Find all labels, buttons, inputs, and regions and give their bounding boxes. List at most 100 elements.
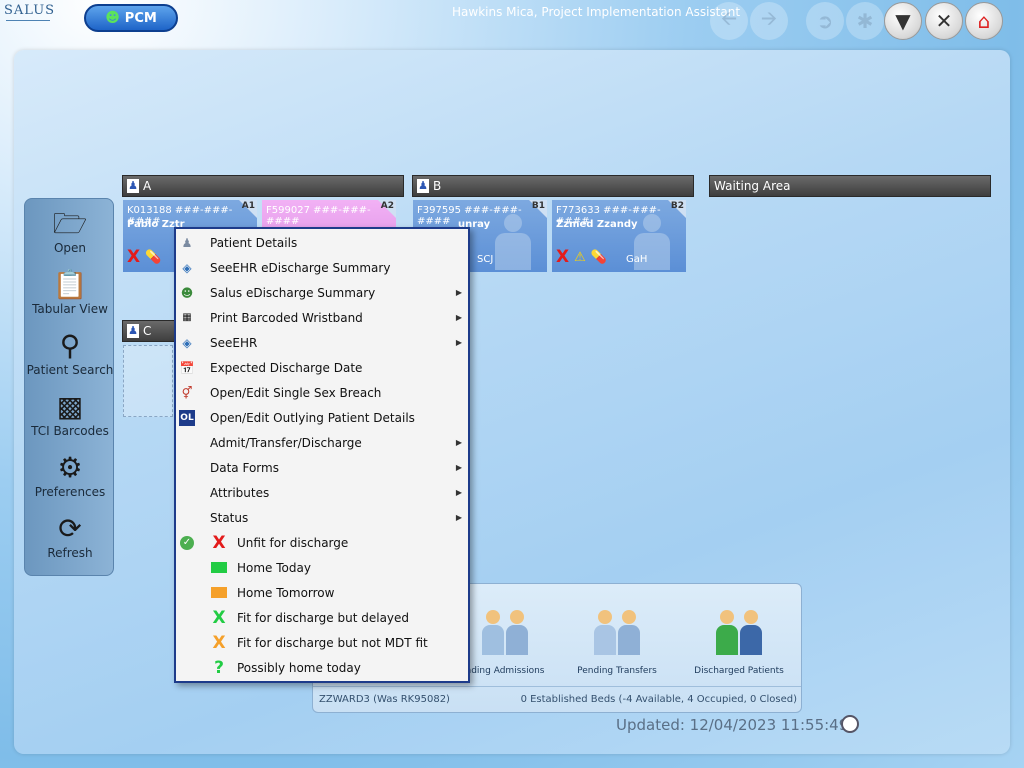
bed-consultant: GaH	[626, 254, 648, 265]
menu-item-label: Unfit for discharge	[237, 535, 349, 550]
back-button[interactable]: 🡨	[710, 2, 748, 40]
menu-item-label: Home Tomorrow	[237, 585, 335, 600]
calendar-icon: 📅	[179, 360, 195, 375]
pending-admissions-label: nding Admissions	[465, 666, 545, 676]
filter-icon: ▼	[895, 9, 911, 33]
unfit-x-icon: X	[556, 247, 570, 267]
close-button[interactable]: ✕	[925, 2, 963, 40]
sidebar-item-label: Tabular View	[32, 302, 108, 316]
empty-bed-slot[interactable]	[123, 345, 173, 417]
sidebar-item-preferences[interactable]: ⚙ Preferences	[25, 449, 115, 507]
logout-button[interactable]: ➲	[806, 2, 844, 40]
sidebar-item-open[interactable]: 🗁 Open	[25, 205, 115, 263]
menu-item-label: Open/Edit Outlying Patient Details	[210, 410, 415, 425]
close-icon: ✕	[935, 9, 953, 33]
bay-label: Waiting Area	[714, 179, 791, 193]
gear-icon: ⚙	[57, 451, 83, 484]
menu-item-label: Data Forms	[210, 460, 279, 475]
menu-item-possibly-home-today[interactable]: ? Possibly home today	[176, 655, 468, 680]
menu-item-outlying-patient-details[interactable]: OL Open/Edit Outlying Patient Details	[176, 405, 468, 430]
menu-item-home-tomorrow[interactable]: Home Tomorrow	[176, 580, 468, 605]
menu-item-label: Home Today	[237, 560, 311, 575]
ward-footer: ZZWARD3 (Was RK95082) 0 Established Beds…	[313, 686, 801, 712]
bay-label: B	[433, 179, 442, 193]
sidebar-item-tci-barcodes[interactable]: ▩ TCI Barcodes	[25, 388, 115, 446]
submenu-arrow-icon: ▶	[455, 438, 462, 447]
menu-item-expected-discharge-date[interactable]: 📅 Expected Discharge Date	[176, 355, 468, 380]
filter-button[interactable]: ▼	[884, 2, 922, 40]
bed-status-icons: X 💊	[127, 247, 161, 267]
salus-logo: SALUS	[4, 3, 56, 18]
bed-consultant: SCJ	[477, 254, 494, 265]
menu-item-home-today[interactable]: Home Today	[176, 555, 468, 580]
refresh-icon: ⟳	[58, 512, 82, 545]
bay-label: A	[143, 179, 152, 193]
menu-item-data-forms[interactable]: Data Forms ▶	[176, 455, 468, 480]
pcm-button-label: PCM	[124, 10, 157, 26]
beds-summary: 0 Established Beds (-4 Available, 4 Occu…	[520, 694, 797, 705]
arrow-left-icon: 🡨	[720, 6, 738, 30]
bay-header-c[interactable]: ♟ C	[122, 320, 182, 342]
bay-label: C	[143, 324, 152, 338]
folder-icon: 🗁	[52, 207, 88, 240]
bed-card-b2[interactable]: F773633 ###-###-#### Zzmed Zzandy B2 X ⚠…	[552, 200, 686, 272]
bay-people-icon: ♟	[127, 324, 139, 338]
menu-item-salus-edischarge-summary[interactable]: ☻ Salus eDischarge Summary ▶	[176, 280, 468, 305]
menu-item-patient-details[interactable]: ♟ Patient Details	[176, 230, 468, 255]
menu-item-label: Possibly home today	[237, 660, 361, 675]
menu-item-unfit-for-discharge[interactable]: ✓ X Unfit for discharge	[176, 530, 468, 555]
forward-button[interactable]: 🡪	[750, 2, 788, 40]
menu-item-label: SeeEHR eDischarge Summary	[210, 260, 391, 275]
orange-swatch-icon	[210, 584, 228, 602]
menu-item-label: Print Barcoded Wristband	[210, 310, 363, 325]
bay-header-a[interactable]: ♟ A	[122, 175, 404, 197]
green-swatch-icon	[210, 559, 228, 577]
discharged-patients-button[interactable]: Discharged Patients	[679, 598, 799, 676]
sidebar-item-label: Open	[53, 241, 87, 255]
menu-item-single-sex-breach[interactable]: ⚥ Open/Edit Single Sex Breach	[176, 380, 468, 405]
arrow-right-icon: 🡪	[760, 6, 778, 30]
pcm-button[interactable]: ☻ PCM	[84, 4, 178, 32]
bay-header-b[interactable]: ♟ B	[412, 175, 694, 197]
menu-item-label: Patient Details	[210, 235, 298, 250]
sidebar-item-label: Preferences	[34, 485, 106, 499]
clipboard-icon: 📋	[52, 268, 88, 301]
orange-x-icon: X	[212, 632, 226, 653]
bed-number: A2	[380, 201, 394, 211]
menu-item-attributes[interactable]: Attributes ▶	[176, 480, 468, 505]
bay-people-icon: ♟	[417, 179, 429, 193]
bed-status-icons: X ⚠ 💊	[556, 247, 607, 267]
discharged-patients-label: Discharged Patients	[694, 666, 784, 676]
bed-number: B2	[670, 201, 684, 211]
green-question-icon: ?	[214, 657, 224, 678]
sidebar-item-refresh[interactable]: ⟳ Refresh	[25, 510, 115, 568]
sidebar-item-patient-search[interactable]: ⚲ Patient Search	[25, 327, 115, 385]
magnifier-icon: ⚲	[59, 329, 81, 362]
sidebar-item-tabular-view[interactable]: 📋 Tabular View	[25, 266, 115, 324]
pending-transfers-button[interactable]: Pending Transfers	[557, 598, 677, 676]
submenu-arrow-icon: ▶	[455, 313, 462, 322]
menu-item-print-barcoded-wristband[interactable]: ▦ Print Barcoded Wristband ▶	[176, 305, 468, 330]
red-x-icon: X	[212, 532, 226, 553]
home-button[interactable]: ⌂	[965, 2, 1003, 40]
menu-item-status[interactable]: Status ▶	[176, 505, 468, 530]
sidebar: 🗁 Open 📋 Tabular View ⚲ Patient Search ▩…	[24, 198, 114, 576]
bed-patient-id: F599027 ###-###-####	[266, 205, 371, 227]
network-button[interactable]: ✱	[846, 2, 884, 40]
check-icon: ✓	[179, 535, 195, 551]
pill-icon: 💊	[145, 249, 162, 265]
top-bar: SALUS ☻ PCM Hawkins Mica, Project Implem…	[0, 0, 1024, 42]
menu-item-seeehr-edischarge-summary[interactable]: ◈ SeeEHR eDischarge Summary	[176, 255, 468, 280]
bay-header-waiting-area[interactable]: Waiting Area	[709, 175, 991, 197]
green-x-icon: X	[212, 607, 226, 628]
bay-people-icon: ♟	[127, 179, 139, 193]
menu-item-admit-transfer-discharge[interactable]: Admit/Transfer/Discharge ▶	[176, 430, 468, 455]
menu-item-seeehr[interactable]: ◈ SeeEHR ▶	[176, 330, 468, 355]
menu-item-fit-but-delayed[interactable]: X Fit for discharge but delayed	[176, 605, 468, 630]
barcode-icon: ▦	[182, 312, 192, 323]
menu-item-fit-not-mdt-fit[interactable]: X Fit for discharge but not MDT fit	[176, 630, 468, 655]
sidebar-item-label: Refresh	[47, 546, 93, 560]
submenu-arrow-icon: ▶	[455, 288, 462, 297]
seeehr-icon: ◈	[182, 335, 192, 350]
pill-icon: 💊	[590, 249, 607, 265]
